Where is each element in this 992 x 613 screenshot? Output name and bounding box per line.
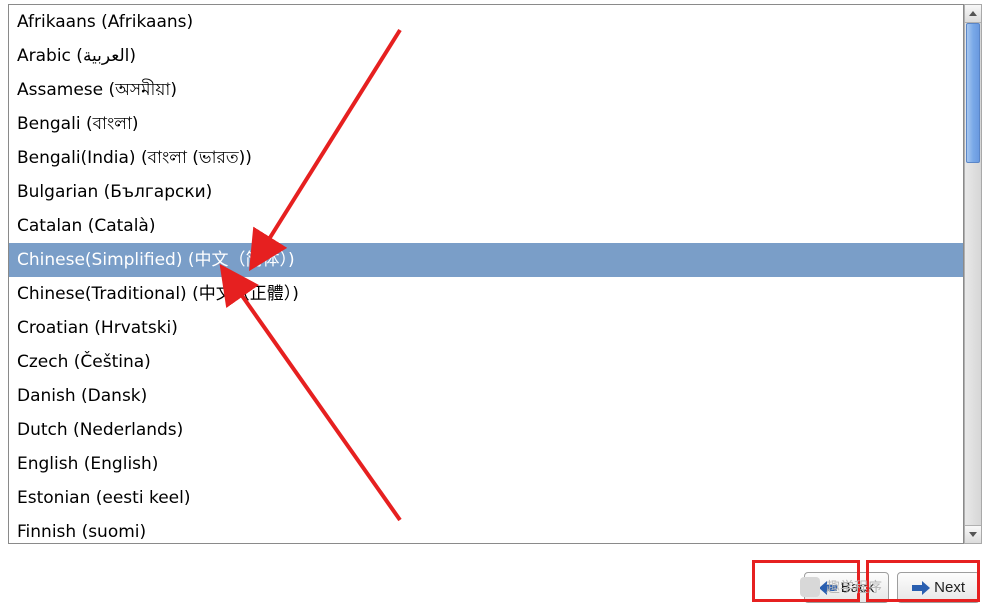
language-item[interactable]: Chinese(Simplified) (中文（简体）) — [9, 243, 963, 277]
arrow-left-icon — [819, 581, 837, 595]
navigation-button-bar: Back Next — [804, 572, 980, 603]
language-item[interactable]: Croatian (Hrvatski) — [9, 311, 963, 345]
language-item[interactable]: Afrikaans (Afrikaans) — [9, 5, 963, 39]
language-item[interactable]: Arabic (العربية) — [9, 39, 963, 73]
next-button[interactable]: Next — [897, 572, 980, 603]
scroll-track[interactable] — [965, 23, 981, 525]
scroll-up-button[interactable] — [965, 5, 981, 23]
language-selection-panel: Afrikaans (Afrikaans)Arabic (العربية)Ass… — [8, 4, 982, 544]
language-list[interactable]: Afrikaans (Afrikaans)Arabic (العربية)Ass… — [9, 5, 963, 543]
language-item[interactable]: Catalan (Català) — [9, 209, 963, 243]
chevron-up-icon — [969, 11, 977, 16]
language-item[interactable]: Assamese (অসমীয়া) — [9, 73, 963, 107]
language-item[interactable]: Finnish (suomi) — [9, 515, 963, 543]
language-item[interactable]: English (English) — [9, 447, 963, 481]
arrow-right-icon — [912, 581, 930, 595]
next-button-label: Next — [934, 579, 965, 596]
language-item[interactable]: Bengali (বাংলা) — [9, 107, 963, 141]
language-item[interactable]: Bengali(India) (বাংলা (ভারত)) — [9, 141, 963, 175]
language-item[interactable]: Czech (Čeština) — [9, 345, 963, 379]
language-item[interactable]: Danish (Dansk) — [9, 379, 963, 413]
back-button[interactable]: Back — [804, 572, 889, 603]
scroll-thumb[interactable] — [966, 23, 980, 163]
language-item[interactable]: Estonian (eesti keel) — [9, 481, 963, 515]
language-item[interactable]: Dutch (Nederlands) — [9, 413, 963, 447]
scroll-down-button[interactable] — [965, 525, 981, 543]
language-item[interactable]: Chinese(Traditional) (中文（正體）) — [9, 277, 963, 311]
language-list-box: Afrikaans (Afrikaans)Arabic (العربية)Ass… — [8, 4, 964, 544]
vertical-scrollbar[interactable] — [964, 4, 982, 544]
chevron-down-icon — [969, 532, 977, 537]
back-button-label: Back — [841, 579, 874, 596]
language-item[interactable]: Bulgarian (Български) — [9, 175, 963, 209]
